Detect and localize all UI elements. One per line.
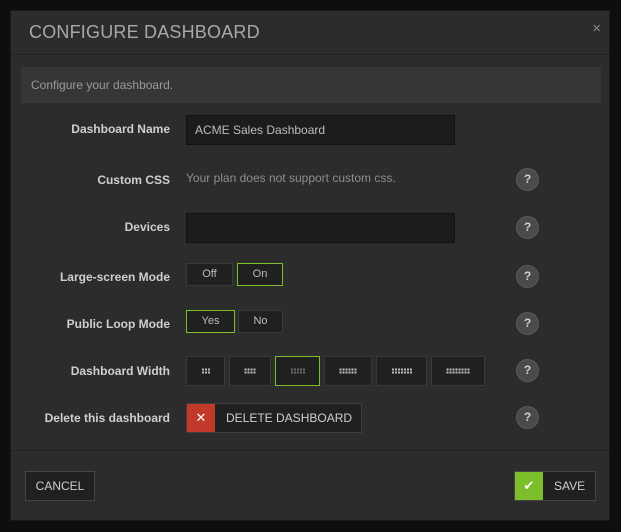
configure-dashboard-dialog: CONFIGURE DASHBOARD × Configure your das… — [10, 10, 610, 521]
width-option-7-columns[interactable] — [376, 356, 427, 386]
public-loop-no-option[interactable]: No — [238, 310, 283, 333]
custom-css-note: Your plan does not support custom css. — [186, 171, 396, 185]
devices-input[interactable] — [186, 213, 455, 243]
help-icon[interactable]: ? — [516, 265, 539, 288]
delete-dashboard-label: Delete this dashboard — [44, 411, 170, 425]
dashboard-name-label: Dashboard Name — [71, 122, 170, 136]
help-icon[interactable]: ? — [516, 406, 539, 429]
grid-icon — [339, 368, 357, 374]
public-loop-mode-label: Public Loop Mode — [66, 317, 170, 331]
dialog-header: CONFIGURE DASHBOARD × — [11, 11, 609, 55]
dashboard-name-input[interactable] — [186, 115, 455, 145]
public-loop-yes-option[interactable]: Yes — [186, 310, 235, 333]
dialog-footer: CANCEL ✔ SAVE — [11, 450, 609, 523]
dashboard-width-label: Dashboard Width — [70, 364, 170, 378]
close-icon[interactable]: × — [592, 20, 601, 37]
check-icon: ✔ — [515, 472, 543, 500]
save-button[interactable]: ✔ SAVE — [514, 471, 596, 501]
devices-label: Devices — [124, 220, 170, 234]
save-button-label: SAVE — [554, 479, 586, 493]
delete-dashboard-button-label: DELETE DASHBOARD — [226, 411, 353, 425]
grid-icon — [290, 368, 305, 374]
delete-dashboard-button[interactable]: ✕ DELETE DASHBOARD — [186, 403, 362, 433]
dialog-title: CONFIGURE DASHBOARD — [29, 22, 260, 42]
x-icon: ✕ — [187, 404, 215, 432]
grid-icon — [244, 368, 256, 374]
width-option-3-columns[interactable] — [186, 356, 225, 386]
width-option-6-columns[interactable] — [324, 356, 372, 386]
width-option-5-columns[interactable] — [275, 356, 320, 386]
help-icon[interactable]: ? — [516, 359, 539, 382]
grid-icon — [391, 368, 412, 374]
help-icon[interactable]: ? — [516, 168, 539, 191]
large-screen-on-option[interactable]: On — [237, 263, 283, 286]
help-icon[interactable]: ? — [516, 312, 539, 335]
grid-icon — [201, 368, 210, 374]
custom-css-label: Custom CSS — [97, 173, 170, 187]
help-icon[interactable]: ? — [516, 216, 539, 239]
intro-text: Configure your dashboard. — [21, 67, 601, 103]
large-screen-off-option[interactable]: Off — [186, 263, 233, 286]
cancel-button[interactable]: CANCEL — [25, 471, 95, 501]
width-option-8-columns[interactable] — [431, 356, 485, 386]
width-option-4-columns[interactable] — [229, 356, 271, 386]
large-screen-mode-label: Large-screen Mode — [59, 270, 170, 284]
grid-icon — [446, 368, 470, 374]
